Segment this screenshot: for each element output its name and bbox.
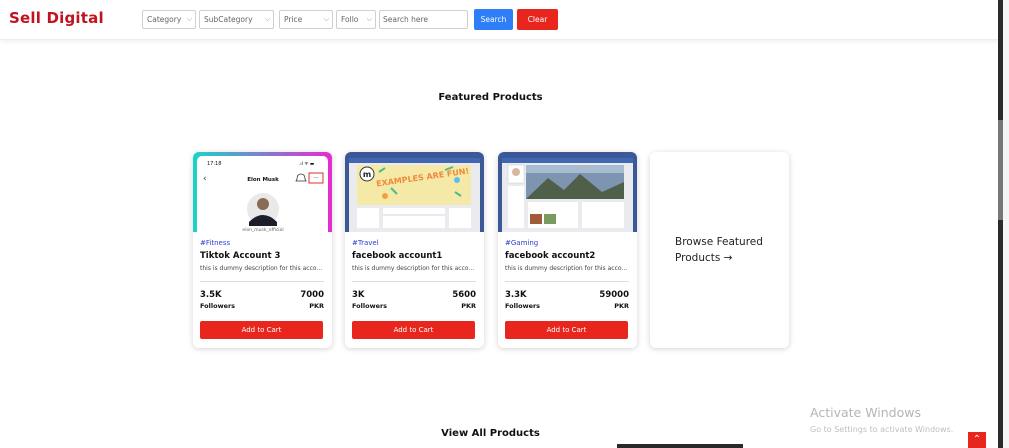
product-price: 59000: [599, 290, 629, 300]
chevron-down-icon: ⌵: [186, 15, 192, 23]
scroll-to-top-button[interactable]: ⌃: [968, 432, 986, 448]
scrollbar[interactable]: [998, 0, 1003, 448]
add-to-cart-button[interactable]: Add to Cart: [505, 321, 628, 339]
clear-button[interactable]: Clear: [517, 9, 558, 30]
subcategory-select-value: SubCategory: [204, 15, 253, 24]
followers-count: 3.3K: [505, 290, 527, 300]
product-price: 7000: [300, 290, 324, 300]
followers-select[interactable]: Follo ⌵: [336, 10, 376, 29]
search-input[interactable]: Search here: [379, 10, 468, 29]
product-description: this is dummy description for this acco.…: [200, 265, 323, 272]
divider: [352, 281, 476, 282]
product-description: this is dummy description for this acco.…: [352, 265, 475, 272]
product-image: [498, 152, 637, 232]
product-title[interactable]: facebook account1: [352, 251, 442, 261]
product-card[interactable]: 17:18 .ıl ᯤ ▬ ‹ Elon Musk ··· elon_musk_…: [193, 152, 332, 348]
divider: [200, 281, 324, 282]
price-currency: PKR: [614, 302, 629, 310]
partial-element: [617, 444, 743, 448]
followers-count: 3.5K: [200, 290, 222, 300]
product-title[interactable]: Tiktok Account 3: [200, 251, 280, 261]
price-currency: PKR: [309, 302, 324, 310]
followers-label: Followers: [352, 302, 388, 310]
followers-select-value: Follo: [341, 15, 359, 24]
product-category[interactable]: #Gaming: [505, 239, 538, 247]
category-select[interactable]: Category ⌵: [142, 10, 196, 29]
subcategory-select[interactable]: SubCategory ⌵: [199, 10, 274, 29]
product-card[interactable]: m EXAMPLES ARE FUN! #Travel facebook acc…: [345, 152, 484, 348]
featured-products-heading: Featured Products: [438, 92, 543, 103]
product-description: this is dummy description for this acco.…: [505, 265, 628, 272]
search-input-placeholder: Search here: [383, 15, 429, 24]
add-to-cart-button[interactable]: Add to Cart: [352, 321, 475, 339]
category-select-value: Category: [147, 15, 182, 24]
browse-featured-link[interactable]: Browse Featured Products →: [675, 234, 775, 266]
product-price: 5600: [452, 290, 476, 300]
chevron-down-icon: ⌵: [264, 15, 270, 23]
product-image: 17:18 .ıl ᯤ ▬ ‹ Elon Musk ··· elon_musk_…: [193, 152, 332, 232]
product-category[interactable]: #Fitness: [200, 239, 230, 247]
product-image: m EXAMPLES ARE FUN!: [345, 152, 484, 232]
back-icon: ‹: [203, 174, 207, 184]
add-to-cart-button[interactable]: Add to Cart: [200, 321, 323, 339]
profile-handle: elon_musk_official: [242, 227, 283, 232]
followers-label: Followers: [505, 302, 541, 310]
top-navbar: Sell Digital Category ⌵ SubCategory ⌵ Pr…: [0, 0, 998, 40]
followers-label: Followers: [200, 302, 236, 310]
svg-text:m: m: [363, 170, 371, 179]
scrollbar-thumb[interactable]: [998, 120, 1003, 220]
browse-featured-card[interactable]: Browse Featured Products →: [650, 152, 789, 348]
product-category[interactable]: #Travel: [352, 239, 379, 247]
chevron-down-icon: ⌵: [366, 15, 372, 23]
svg-text:.ıl ᯤ ▬: .ıl ᯤ ▬: [299, 161, 314, 167]
divider: [505, 281, 629, 282]
chevron-down-icon: ⌵: [323, 15, 329, 23]
search-button[interactable]: Search: [474, 9, 513, 30]
arrow-up-icon: ⌃: [972, 434, 982, 445]
more-icon: ···: [313, 175, 319, 182]
phone-time: 17:18: [207, 161, 221, 167]
price-select-value: Price: [284, 15, 303, 24]
followers-count: 3K: [352, 290, 365, 300]
price-select[interactable]: Price ⌵: [279, 10, 333, 29]
product-card[interactable]: #Gaming facebook account2 this is dummy …: [498, 152, 637, 348]
price-currency: PKR: [461, 302, 476, 310]
profile-name: Elon Musk: [247, 177, 279, 183]
product-title[interactable]: facebook account2: [505, 251, 595, 261]
activate-windows-title: Activate Windows: [810, 405, 921, 420]
brand-logo[interactable]: Sell Digital: [9, 9, 104, 27]
activate-windows-subtitle: Go to Settings to activate Windows.: [810, 425, 954, 434]
